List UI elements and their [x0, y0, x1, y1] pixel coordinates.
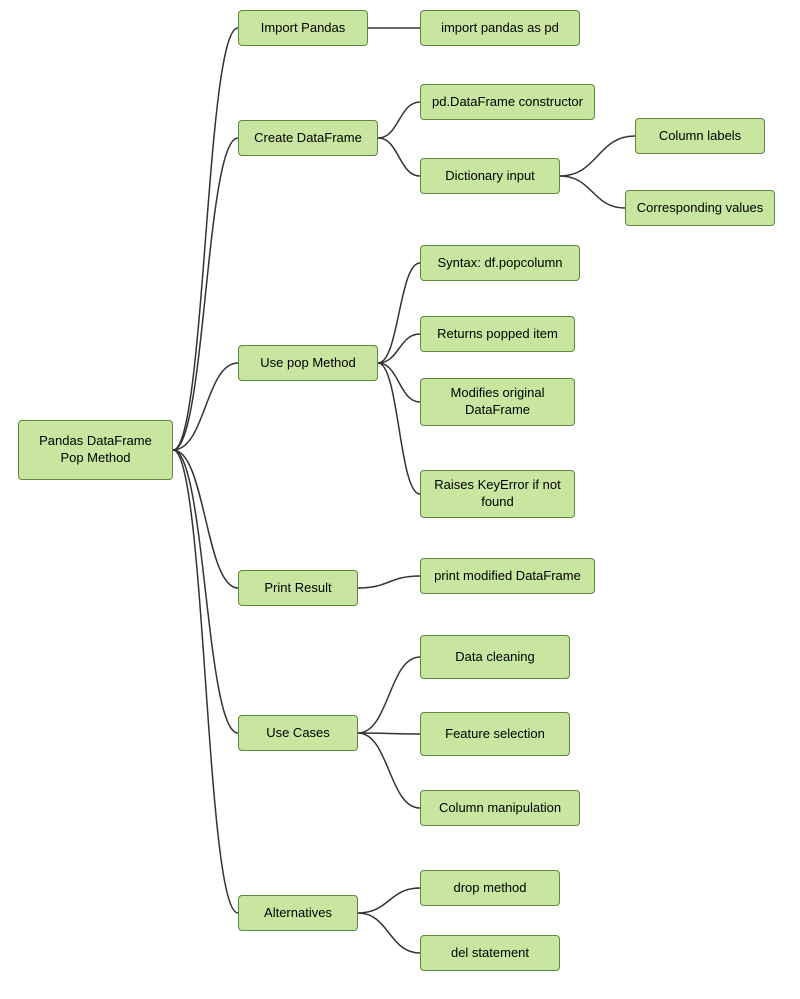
- connection-usecases-feature_sel: [358, 733, 420, 734]
- node-drop_method: drop method: [420, 870, 560, 906]
- connection-create-pd_constructor: [378, 102, 420, 138]
- node-syntax: Syntax: df.popcolumn: [420, 245, 580, 281]
- connection-root-alternatives: [173, 450, 238, 913]
- connection-dict_input-col_labels: [560, 136, 635, 176]
- node-import: Import Pandas: [238, 10, 368, 46]
- connection-root-usepop: [173, 363, 238, 450]
- node-alternatives: Alternatives: [238, 895, 358, 931]
- connection-root-create: [173, 138, 238, 450]
- node-import_pandas_as_pd: import pandas as pd: [420, 10, 580, 46]
- connection-alternatives-del_stmt: [358, 913, 420, 953]
- connection-usepop-syntax: [378, 263, 420, 363]
- connection-print-print_modified: [358, 576, 420, 588]
- node-col_manip: Column manipulation: [420, 790, 580, 826]
- node-print: Print Result: [238, 570, 358, 606]
- node-data_cleaning: Data cleaning: [420, 635, 570, 679]
- connection-usepop-returns: [378, 334, 420, 363]
- node-corr_values: Corresponding values: [625, 190, 775, 226]
- node-modifies: Modifies original DataFrame: [420, 378, 575, 426]
- node-dict_input: Dictionary input: [420, 158, 560, 194]
- node-usepop: Use pop Method: [238, 345, 378, 381]
- connection-alternatives-drop_method: [358, 888, 420, 913]
- node-col_labels: Column labels: [635, 118, 765, 154]
- connection-dict_input-corr_values: [560, 176, 625, 208]
- node-root: Pandas DataFrame Pop Method: [18, 420, 173, 480]
- node-create: Create DataFrame: [238, 120, 378, 156]
- node-print_modified: print modified DataFrame: [420, 558, 595, 594]
- connection-usepop-modifies: [378, 363, 420, 402]
- node-pd_constructor: pd.DataFrame constructor: [420, 84, 595, 120]
- node-feature_sel: Feature selection: [420, 712, 570, 756]
- node-del_stmt: del statement: [420, 935, 560, 971]
- connection-usecases-data_cleaning: [358, 657, 420, 733]
- node-returns: Returns popped item: [420, 316, 575, 352]
- connection-root-import: [173, 28, 238, 450]
- connection-usecases-col_manip: [358, 733, 420, 808]
- connection-root-usecases: [173, 450, 238, 733]
- connection-root-print: [173, 450, 238, 588]
- node-raises: Raises KeyError if not found: [420, 470, 575, 518]
- mindmap-container: Pandas DataFrame Pop Method Import Pandas…: [0, 0, 800, 999]
- connection-create-dict_input: [378, 138, 420, 176]
- node-usecases: Use Cases: [238, 715, 358, 751]
- connection-usepop-raises: [378, 363, 420, 494]
